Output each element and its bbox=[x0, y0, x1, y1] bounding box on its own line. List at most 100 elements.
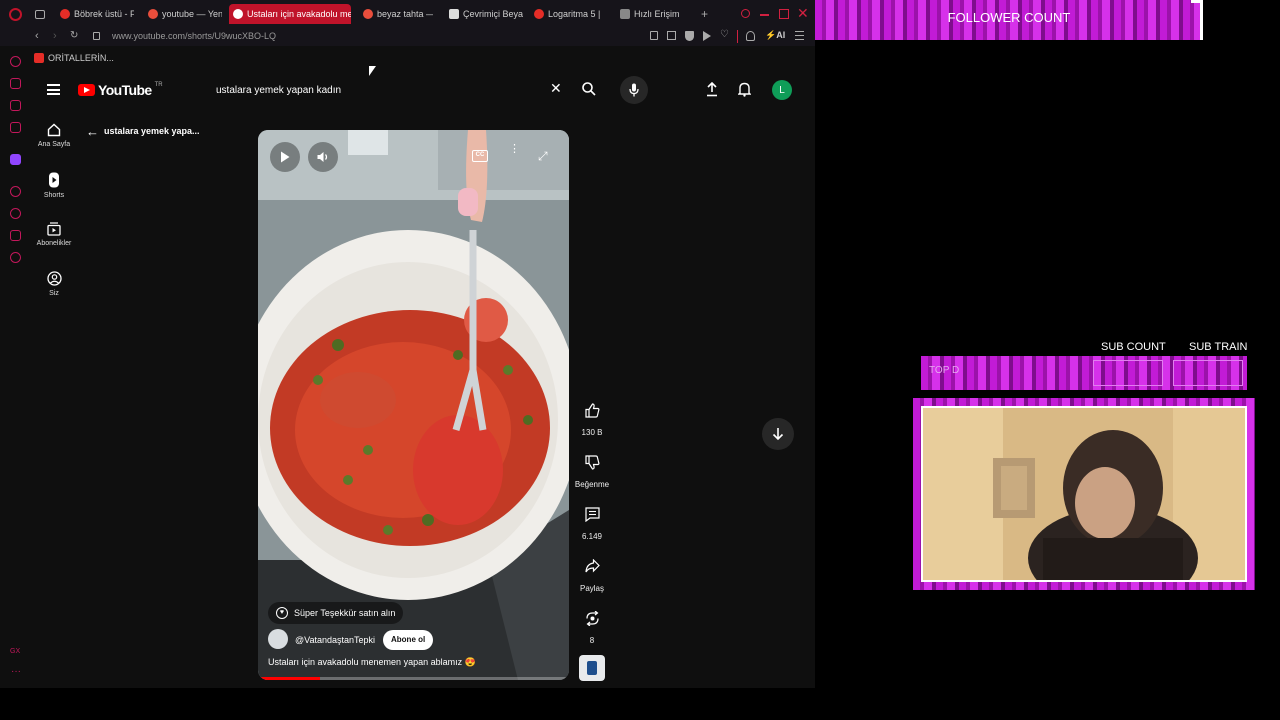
upload-icon bbox=[707, 82, 717, 97]
sub-train-label: SUB TRAIN bbox=[1189, 341, 1248, 353]
progress-track[interactable] bbox=[258, 677, 569, 680]
remix-action[interactable]: 8 bbox=[574, 604, 610, 645]
tab-bar: Böbrek üstü - F youtube — Yen Ustaları i… bbox=[0, 0, 815, 28]
search-icon bbox=[582, 82, 596, 96]
tab-2[interactable]: youtube — Yen bbox=[144, 4, 222, 24]
next-short-button[interactable] bbox=[762, 418, 794, 450]
youtube-header: YouTube TR ustalara yemek yapan kadın ✕ … bbox=[30, 72, 815, 108]
tab-4[interactable]: beyaz tahta — bbox=[359, 4, 433, 24]
sidebar-settings-icon[interactable] bbox=[10, 252, 21, 263]
minimize-icon[interactable] bbox=[760, 14, 769, 16]
sidebar-aria-icon[interactable] bbox=[10, 56, 21, 67]
nav-shorts[interactable]: Shorts bbox=[34, 172, 74, 199]
hamburger-icon[interactable] bbox=[47, 84, 60, 95]
youtube-favicon-icon bbox=[233, 9, 243, 19]
shield-icon[interactable] bbox=[685, 31, 694, 41]
account-icon bbox=[46, 271, 62, 286]
search-tabs-icon[interactable] bbox=[741, 9, 750, 18]
tab-1[interactable]: Böbrek üstü - F bbox=[56, 4, 134, 24]
opera-logo-icon[interactable] bbox=[9, 8, 22, 21]
youtube-logo[interactable]: YouTube TR bbox=[78, 82, 163, 98]
channel-avatar[interactable] bbox=[268, 629, 288, 649]
pin-icon[interactable] bbox=[650, 31, 658, 40]
play-button[interactable] bbox=[270, 142, 300, 172]
create-button[interactable] bbox=[706, 82, 718, 97]
maximize-icon[interactable] bbox=[779, 9, 789, 19]
follower-bar: FOLLOWER COUNT bbox=[815, 0, 1203, 40]
url-field[interactable]: www.youtube.com/shorts/U9wucXBO-LQ bbox=[112, 31, 276, 41]
ai-button[interactable]: ⚡AI bbox=[765, 30, 785, 41]
comments-action[interactable]: 6.149 bbox=[574, 500, 610, 541]
tab-3-active[interactable]: Ustaları için avakadolu me bbox=[229, 4, 351, 24]
fullscreen-icon[interactable]: ⤢ bbox=[538, 149, 548, 164]
nav-subscriptions[interactable]: Abonelikler bbox=[34, 222, 74, 247]
progress-fill bbox=[258, 677, 321, 680]
sidebar-bag-icon[interactable] bbox=[10, 78, 21, 89]
sidebar-twitch-icon[interactable] bbox=[10, 154, 21, 165]
new-tab-icon[interactable]: + bbox=[701, 7, 708, 21]
menu-icon[interactable] bbox=[795, 31, 804, 40]
dislike-button[interactable] bbox=[578, 448, 606, 476]
stream-overlay: FOLLOWER COUNT SUB COUNT SUB TRAIN TOP D bbox=[815, 0, 1280, 720]
region-code: TR bbox=[154, 82, 163, 88]
sidebar-gx-icon[interactable]: GX bbox=[10, 648, 21, 659]
like-button[interactable] bbox=[578, 396, 606, 424]
notifications-button[interactable] bbox=[738, 82, 751, 97]
forward-icon[interactable]: › bbox=[53, 30, 57, 42]
play-icon[interactable] bbox=[703, 31, 711, 41]
clear-search-icon[interactable]: ✕ bbox=[550, 80, 562, 97]
sidebar-extensions-icon[interactable] bbox=[10, 230, 21, 241]
shorts-icon bbox=[49, 172, 59, 188]
comment-icon bbox=[584, 506, 600, 522]
back-icon[interactable]: ‹ bbox=[35, 30, 39, 42]
yandex-favicon-icon bbox=[363, 9, 373, 19]
account-icon[interactable] bbox=[746, 31, 755, 41]
nav-you[interactable]: Siz bbox=[34, 271, 74, 297]
bell-icon bbox=[738, 82, 751, 97]
volume-button[interactable] bbox=[308, 142, 338, 172]
captions-icon[interactable]: CC bbox=[472, 150, 488, 162]
remix-count: 8 bbox=[589, 636, 595, 645]
heart-icon[interactable]: ♡ bbox=[720, 29, 729, 40]
avatar[interactable]: L bbox=[772, 80, 792, 100]
back-button[interactable]: ← bbox=[86, 124, 99, 139]
tab-7[interactable]: Hızlı Erişim bbox=[616, 4, 686, 24]
snapshot-icon[interactable] bbox=[667, 31, 676, 40]
like-action[interactable]: 130 B bbox=[574, 396, 610, 437]
nav-you-label: Siz bbox=[49, 290, 59, 297]
address-bar: ‹ › ↻ www.youtube.com/shorts/U9wucXBO-LQ… bbox=[0, 28, 815, 46]
search-input[interactable]: ustalara yemek yapan kadın bbox=[216, 78, 572, 102]
super-thanks-button[interactable]: ♥ Süper Teşekkür satın alın bbox=[268, 602, 404, 624]
comments-button[interactable] bbox=[578, 500, 606, 528]
remix-button[interactable] bbox=[578, 604, 606, 632]
short-video-player[interactable]: CC ⋮ ⤢ ♥ Süper Teşekkür satın alın @Vata… bbox=[258, 130, 569, 680]
channel-name[interactable]: @VatandaştanTepki bbox=[295, 635, 375, 645]
sidebar-history-icon[interactable] bbox=[10, 208, 21, 219]
nav-home[interactable]: Ana Sayfa bbox=[34, 123, 74, 148]
tab-5[interactable]: Çevrimiçi Beya bbox=[445, 4, 525, 24]
voice-search-button[interactable] bbox=[620, 76, 648, 104]
lock-icon bbox=[93, 32, 100, 40]
sidebar-player-icon[interactable] bbox=[10, 186, 21, 197]
super-thanks-label: Süper Teşekkür satın alın bbox=[294, 608, 396, 618]
subscribe-button[interactable]: Abone ol bbox=[383, 630, 434, 650]
reload-icon[interactable]: ↻ bbox=[70, 30, 78, 41]
share-action[interactable]: Paylaş bbox=[574, 552, 610, 593]
dislike-action[interactable]: Beğenme bbox=[574, 448, 610, 489]
close-window-icon[interactable]: ✕ bbox=[797, 5, 809, 22]
search-button[interactable] bbox=[582, 82, 596, 96]
play-icon bbox=[281, 151, 290, 163]
tab-overview-icon[interactable] bbox=[35, 10, 45, 19]
share-button[interactable] bbox=[578, 552, 606, 580]
microphone-icon bbox=[629, 83, 639, 97]
sound-thumbnail[interactable] bbox=[579, 655, 605, 681]
more-options-icon[interactable]: ⋮ bbox=[509, 144, 520, 155]
nav-home-label: Ana Sayfa bbox=[37, 141, 71, 148]
tab-6[interactable]: Logaritma 5 | bbox=[530, 4, 608, 24]
sidebar-more-icon[interactable]: ··· bbox=[11, 666, 21, 677]
sub-count-box bbox=[1093, 360, 1163, 386]
sidebar-instagram-icon[interactable] bbox=[10, 122, 21, 133]
bookmark-item[interactable]: ORİTALLERİN... bbox=[34, 53, 114, 63]
avatar-letter: L bbox=[779, 84, 785, 96]
sidebar-messenger-icon[interactable] bbox=[10, 100, 21, 111]
